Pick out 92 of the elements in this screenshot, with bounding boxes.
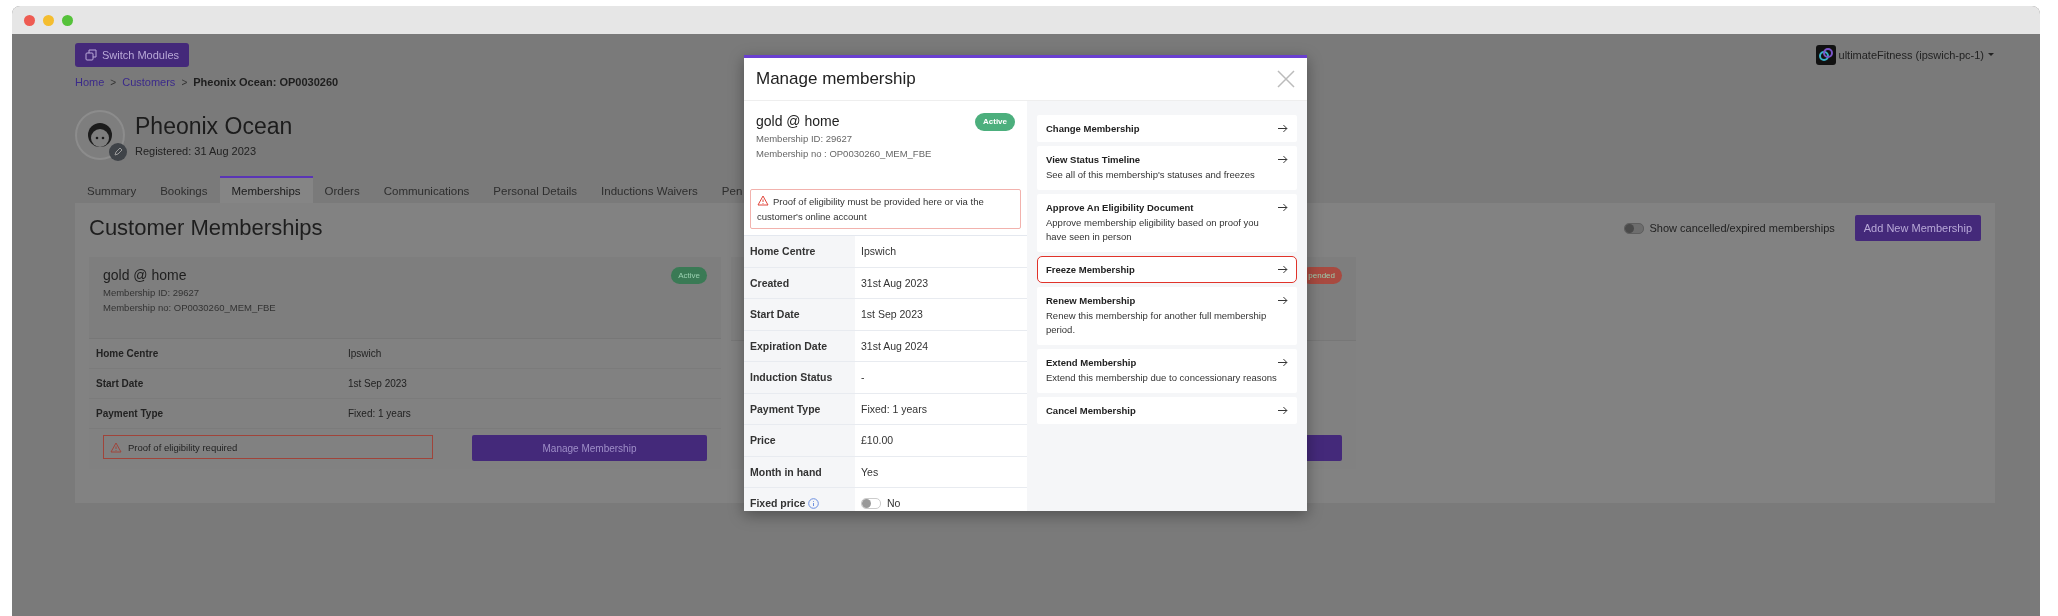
info-icon[interactable] (808, 497, 820, 509)
detail-value: Yes (861, 465, 879, 478)
membership-title: gold @ home (756, 113, 841, 129)
tab[interactable]: Memberships (219, 176, 313, 203)
detail-label: Expiration Date (750, 339, 828, 352)
action-title: Extend Membership (1046, 357, 1138, 368)
close-window-icon[interactable] (24, 14, 35, 26)
alert-text: Proof of eligibility required (128, 441, 238, 453)
tab[interactable]: Summary (75, 176, 149, 203)
detail-label: Fixed price (750, 497, 806, 510)
manage-membership-button[interactable]: Manage Membership (472, 435, 707, 461)
detail-value: £10.00 (861, 434, 894, 447)
tab[interactable]: Orders (312, 176, 372, 203)
action-item[interactable]: Change Membership (1037, 115, 1297, 142)
detail-label: Payment Type (750, 402, 821, 415)
edit-icon[interactable] (109, 143, 127, 161)
action-description: Approve membership eligibility based on proof you have seen in person (1046, 216, 1260, 244)
minimize-window-icon[interactable] (43, 14, 54, 26)
account-name[interactable]: ultimateFitness (ipswich-pc-1) (1838, 49, 1984, 61)
dialog-title: Manage membership (756, 69, 916, 89)
detail-label: Start Date (750, 308, 800, 321)
action-title: Freeze Membership (1046, 264, 1136, 275)
arrow-right-icon (1278, 203, 1288, 212)
membership-id: Membership ID: 29627 (756, 133, 854, 144)
action-item[interactable]: View Status Timeline See all of this membership's statuses and freezes (1037, 146, 1297, 190)
caret-icon[interactable] (1987, 52, 1995, 58)
close-icon[interactable] (1277, 70, 1295, 88)
action-item[interactable]: Renew Membership Renew this membership for another full membership period. (1037, 287, 1297, 345)
action-title: Change Membership (1046, 123, 1141, 134)
toggle-label: Show cancelled/expired memberships (1649, 222, 1835, 234)
membership-id: Membership ID: 29627 (103, 287, 201, 298)
detail-label: Price (750, 434, 776, 447)
warning-icon (757, 195, 769, 206)
registered-date: Registered: 31 Aug 2023 (135, 145, 258, 157)
action-title: Cancel Membership (1046, 405, 1137, 416)
status-badge: Active (671, 267, 707, 284)
breadcrumb-link[interactable]: Home (75, 76, 105, 88)
page-title: Customer Memberships (89, 215, 323, 241)
breadcrumb-link[interactable]: Customers (122, 76, 176, 88)
arrow-right-icon (1278, 124, 1288, 133)
tab[interactable]: Inductions Waivers (589, 176, 710, 203)
warning-icon (110, 441, 122, 453)
membership-number: Membership no : OP0030260_MEM_FBE (756, 148, 932, 159)
switch-icon (85, 49, 97, 61)
action-item[interactable]: Freeze Membership (1037, 256, 1297, 283)
action-description: See all of this membership's statuses and freezes (1046, 168, 1256, 182)
detail-value: - (861, 371, 865, 384)
toggle-switch[interactable] (1623, 222, 1644, 234)
customer-name: Pheonix Ocean (135, 113, 293, 140)
action-description: Extend this membership due to concessionary reasons (1046, 371, 1278, 385)
action-item[interactable]: Extend Membership Extend this membership due to concessionary reasons (1037, 349, 1297, 393)
breadcrumb-current: Pheonix Ocean: OP0030260 (193, 76, 339, 88)
arrow-right-icon (1278, 296, 1288, 305)
detail-value: No (887, 497, 901, 510)
detail-value: 1st Sep 2023 (861, 308, 923, 321)
arrow-right-icon (1278, 265, 1288, 274)
switch-modules-button[interactable]: Switch Modules (75, 43, 190, 67)
logo-icon (1815, 45, 1836, 65)
row-label: Start Date (95, 377, 145, 389)
arrow-right-icon (1278, 155, 1288, 164)
row-label: Payment Type (95, 407, 165, 419)
tab[interactable]: Communications (371, 176, 482, 203)
tab[interactable]: Bookings (148, 176, 220, 203)
add-membership-button[interactable]: Add New Membership (1854, 215, 1981, 241)
action-title: Approve An Eligibility Document (1046, 202, 1195, 213)
action-item[interactable]: Cancel Membership (1037, 397, 1297, 424)
detail-value: 31st Aug 2023 (861, 276, 929, 289)
row-value: Ipswich (348, 347, 382, 359)
detail-label: Induction Status (750, 371, 833, 384)
detail-value: 31st Aug 2024 (861, 339, 929, 352)
maximize-window-icon[interactable] (62, 14, 73, 26)
membership-title: gold @ home (103, 267, 188, 283)
membership-number: Membership no: OP0030260_MEM_FBE (103, 302, 276, 313)
row-value: Fixed: 1 years (348, 407, 411, 419)
action-description: Renew this membership for another full membership period. (1046, 309, 1268, 337)
row-label: Home Centre (95, 347, 160, 359)
breadcrumb-separator: > (110, 76, 117, 88)
detail-label: Created (750, 276, 790, 289)
action-title: Renew Membership (1046, 295, 1137, 306)
alert-text: Proof of eligibility must be provided here or via the customer's online account (757, 194, 985, 224)
row-value: 1st Sep 2023 (348, 377, 407, 389)
arrow-right-icon (1278, 358, 1288, 367)
action-title: View Status Timeline (1046, 154, 1142, 165)
status-badge: Active (975, 113, 1015, 131)
arrow-right-icon (1278, 406, 1288, 415)
action-item[interactable]: Approve An Eligibility Document Approve membership eligibility based on proof you have seen in person (1037, 194, 1297, 252)
detail-value: Ipswich (861, 245, 896, 258)
detail-value: Fixed: 1 years (861, 402, 927, 415)
detail-label: Month in hand (750, 465, 822, 478)
tab[interactable]: Personal Details (481, 176, 590, 203)
detail-label: Home Centre (750, 245, 816, 258)
breadcrumb-separator: > (181, 76, 188, 88)
